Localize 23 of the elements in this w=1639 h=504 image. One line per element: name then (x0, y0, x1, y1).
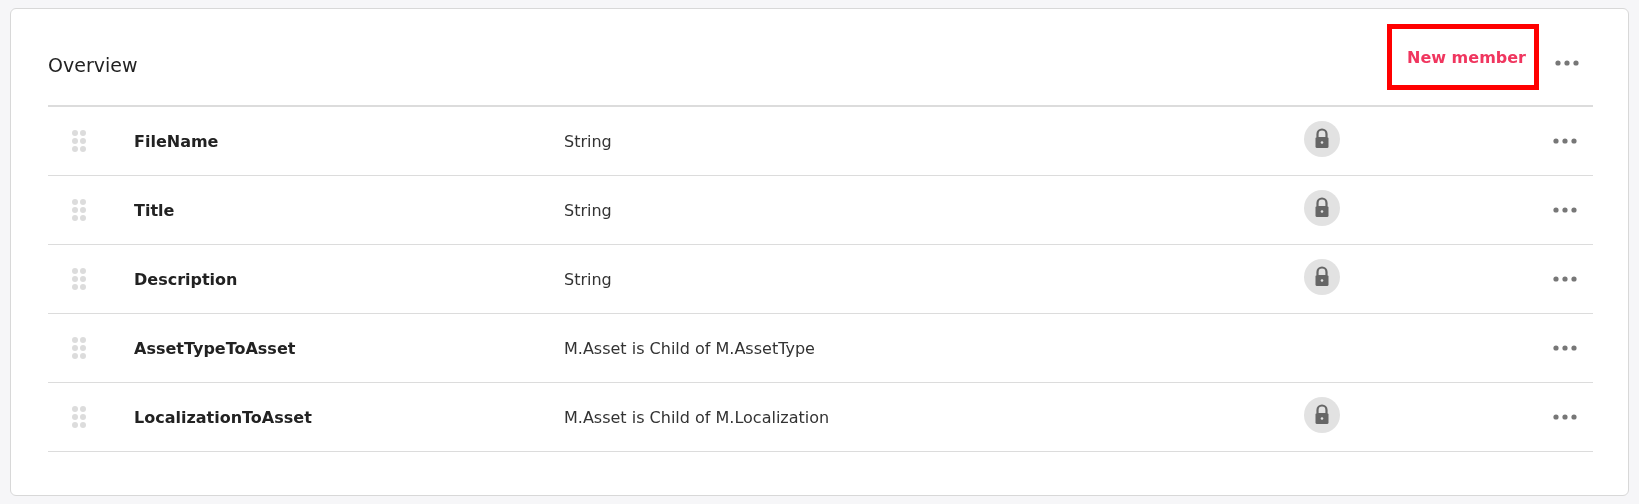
member-type: M.Asset is Child of M.Localization (564, 407, 831, 427)
member-name: AssetTypeToAsset (134, 338, 297, 358)
member-name: Title (134, 200, 176, 220)
member-name: FileName (134, 131, 220, 151)
member-type: M.Asset is Child of M.AssetType (564, 338, 816, 358)
drag-handle-icon[interactable] (72, 268, 86, 290)
drag-handle-icon[interactable] (72, 199, 86, 221)
member-name: Description (134, 269, 239, 289)
member-name: LocalizationToAsset (134, 407, 313, 427)
new-member-button[interactable]: New member (1387, 24, 1539, 90)
member-type: String (564, 131, 613, 151)
more-icon[interactable] (1553, 276, 1577, 282)
drag-handle-icon[interactable] (72, 337, 86, 359)
more-icon[interactable] (1553, 345, 1577, 351)
more-icon[interactable] (1553, 138, 1577, 144)
member-type: String (564, 269, 613, 289)
more-icon[interactable] (1553, 207, 1577, 213)
section-title: Overview (48, 54, 139, 76)
member-type: String (564, 200, 613, 220)
drag-handle-icon[interactable] (72, 406, 86, 428)
more-icon[interactable] (1555, 60, 1579, 66)
drag-handle-icon[interactable] (72, 130, 86, 152)
more-icon[interactable] (1553, 414, 1577, 420)
